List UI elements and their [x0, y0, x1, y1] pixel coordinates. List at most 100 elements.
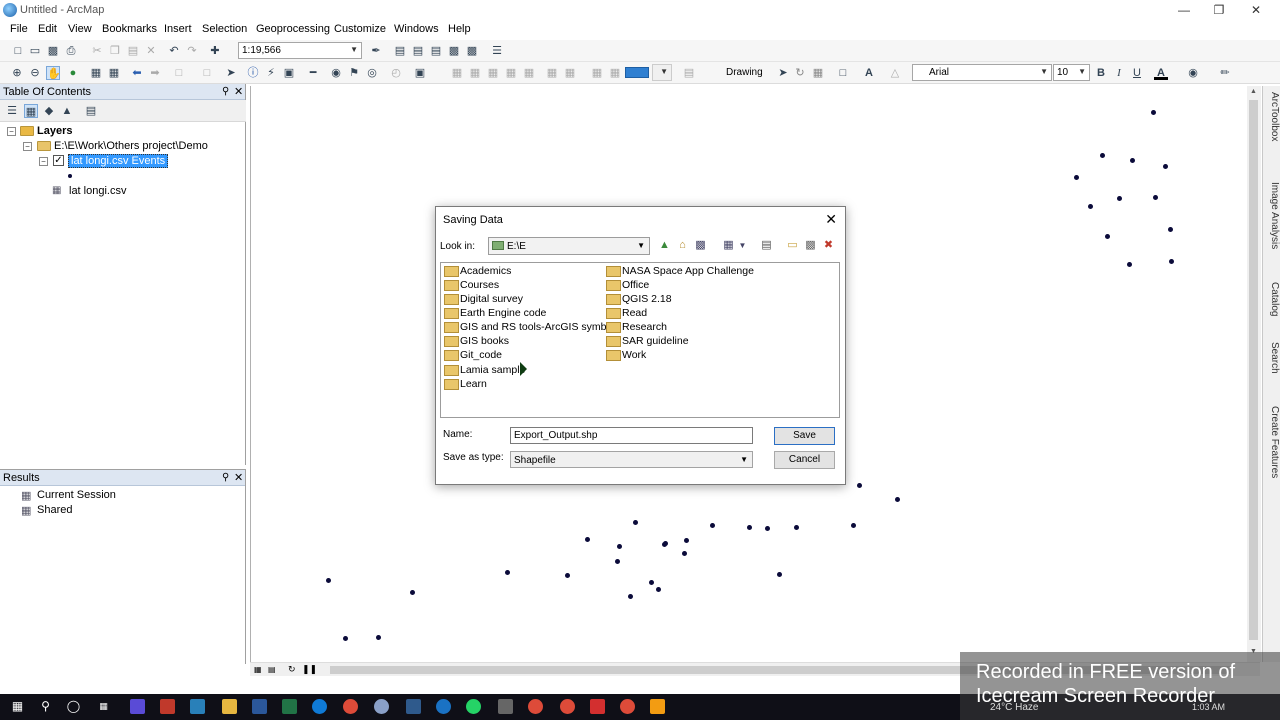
look-in-combo[interactable]: E:\E ▼ [488, 237, 650, 255]
toc-layer-events[interactable]: lat longi.csv Events [68, 154, 169, 168]
results-current-session[interactable]: Current Session [37, 489, 116, 501]
menu-insert[interactable]: Insert [164, 23, 192, 35]
scroll-up-icon[interactable]: ▲ [1250, 88, 1257, 95]
new-geodatabase-icon[interactable]: ▩ [804, 239, 817, 252]
menu-selection[interactable]: Selection [202, 23, 247, 35]
word-icon[interactable] [252, 699, 267, 714]
chevron-down-icon[interactable]: ▼ [736, 239, 749, 252]
list-by-selection-icon[interactable]: ▲ [60, 104, 74, 118]
menu-help[interactable]: Help [448, 23, 471, 35]
color-swatch[interactable] [625, 67, 649, 78]
folder-item[interactable]: Learn [443, 377, 487, 391]
tab-create-features[interactable]: Create Features [1264, 406, 1280, 478]
folder-item[interactable]: GIS and RS tools-ArcGIS symbol [443, 320, 615, 334]
new-document-icon[interactable]: □ [11, 44, 25, 58]
zoom-out-icon[interactable]: ⊖ [28, 66, 42, 80]
task-view-icon[interactable]: ▦ [96, 699, 111, 714]
menu-bookmarks[interactable]: Bookmarks [102, 23, 157, 35]
table-of-contents-window-icon[interactable]: ▤ [393, 44, 407, 58]
rectangle-icon[interactable]: □ [836, 66, 850, 80]
app-icon[interactable] [650, 699, 665, 714]
select-elements-arrow-icon[interactable]: ➤ [224, 66, 238, 80]
app-icon[interactable] [374, 699, 389, 714]
copy-icon[interactable]: ❐ [108, 44, 122, 58]
app-icon[interactable] [190, 699, 205, 714]
fixed-zoom-out-icon[interactable]: ▦ [107, 66, 121, 80]
vertical-scrollbar[interactable]: ▲ ▼ [1247, 86, 1261, 662]
fixed-zoom-in-icon[interactable]: ▦ [89, 66, 103, 80]
map-point-feature[interactable] [326, 578, 331, 583]
close-icon[interactable]: ✕ [825, 211, 837, 228]
drawing-menu[interactable]: Drawing [726, 67, 763, 78]
edge-icon[interactable] [312, 699, 327, 714]
search-icon[interactable]: ⚲ [38, 699, 53, 714]
map-point-feature[interactable] [663, 541, 668, 546]
catalog-icon[interactable]: ▤ [760, 239, 773, 252]
tab-image-analysis[interactable]: Image Analysis [1264, 182, 1280, 249]
acrobat-icon[interactable] [590, 699, 605, 714]
options-icon[interactable]: ▤ [84, 104, 98, 118]
view-options-icon[interactable]: ▦ [722, 239, 735, 252]
rotate-icon[interactable]: ↻ [793, 66, 807, 80]
find-binoculars-icon[interactable]: ◉ [329, 66, 343, 80]
bold-button[interactable]: B [1094, 66, 1108, 80]
folder-item[interactable]: Office [605, 278, 649, 292]
layout-tool-icon[interactable]: ▦ [504, 66, 518, 80]
map-scale-combo[interactable]: 1:19,566 ▼ [238, 42, 362, 59]
forward-extent-icon[interactable]: ➡ [148, 66, 162, 80]
app-icon[interactable] [130, 699, 145, 714]
hyperlink-icon[interactable]: ⚡ [264, 66, 278, 80]
folder-item[interactable]: Git_code [443, 348, 502, 362]
folder-item[interactable]: Courses [443, 278, 499, 292]
folder-item[interactable]: Read [605, 306, 647, 320]
save-icon[interactable]: ▩ [46, 44, 60, 58]
chrome-icon[interactable] [620, 699, 635, 714]
map-point-feature[interactable] [1163, 164, 1168, 169]
font-size-combo[interactable]: 10 ▼ [1053, 64, 1090, 81]
refresh-icon[interactable]: ↻ [288, 664, 296, 675]
time-slider-icon[interactable]: ◴ [389, 66, 403, 80]
map-point-feature[interactable] [633, 520, 638, 525]
arctoolbox-window-icon[interactable]: ▩ [447, 44, 461, 58]
chrome-icon[interactable] [560, 699, 575, 714]
folder-item[interactable]: Research [605, 320, 667, 334]
menu-view[interactable]: View [68, 23, 92, 35]
back-extent-icon[interactable]: ⬅ [130, 66, 144, 80]
map-point-feature[interactable] [585, 537, 590, 542]
maximize-button[interactable]: ❐ [1207, 2, 1231, 18]
layer-visibility-checkbox[interactable]: ✓ [53, 155, 64, 166]
delete-icon[interactable]: ✕ [144, 44, 158, 58]
folder-item[interactable]: NASA Space App Challenge [605, 264, 754, 278]
map-point-feature[interactable] [505, 570, 510, 575]
color-dropdown[interactable]: ▼ [652, 64, 672, 81]
pin-icon[interactable]: ⚲ [222, 472, 229, 483]
list-by-visibility-icon[interactable]: ◆ [42, 104, 56, 118]
menu-windows[interactable]: Windows [394, 23, 439, 35]
windows-start-icon[interactable]: ▦ [10, 699, 25, 714]
layout-tool-icon[interactable]: ▦ [522, 66, 536, 80]
undo-icon[interactable]: ↶ [167, 44, 181, 58]
results-shared[interactable]: Shared [37, 504, 72, 516]
layout-tool-icon[interactable]: ▦ [590, 66, 604, 80]
map-point-feature[interactable] [649, 580, 654, 585]
map-point-feature[interactable] [777, 572, 782, 577]
layout-tool-icon[interactable]: ▦ [486, 66, 500, 80]
folder-item[interactable]: Digital survey [443, 292, 523, 306]
cancel-button[interactable]: Cancel [774, 451, 835, 469]
cortana-icon[interactable]: ◯ [66, 699, 81, 714]
map-point-feature[interactable] [343, 636, 348, 641]
folder-list[interactable]: Academics Courses Digital survey Earth E… [440, 262, 840, 418]
chrome-icon[interactable] [343, 699, 358, 714]
connect-folder-icon[interactable]: ▩ [694, 239, 707, 252]
map-point-feature[interactable] [710, 523, 715, 528]
clear-selection-icon[interactable]: □ [200, 66, 214, 80]
zoom-to-selected-elements-icon[interactable]: ▦ [811, 66, 825, 80]
list-by-source-icon[interactable]: ▦ [24, 104, 38, 118]
app-icon[interactable] [160, 699, 175, 714]
editor-toolbar-icon[interactable]: ✒ [369, 44, 383, 58]
cut-icon[interactable]: ✂ [90, 44, 104, 58]
map-point-feature[interactable] [376, 635, 381, 640]
toc-table-csv[interactable]: lat longi.csv [69, 185, 126, 197]
save-as-type-select[interactable]: Shapefile ▼ [510, 451, 753, 468]
data-view-icon[interactable]: ▦ [254, 665, 262, 674]
